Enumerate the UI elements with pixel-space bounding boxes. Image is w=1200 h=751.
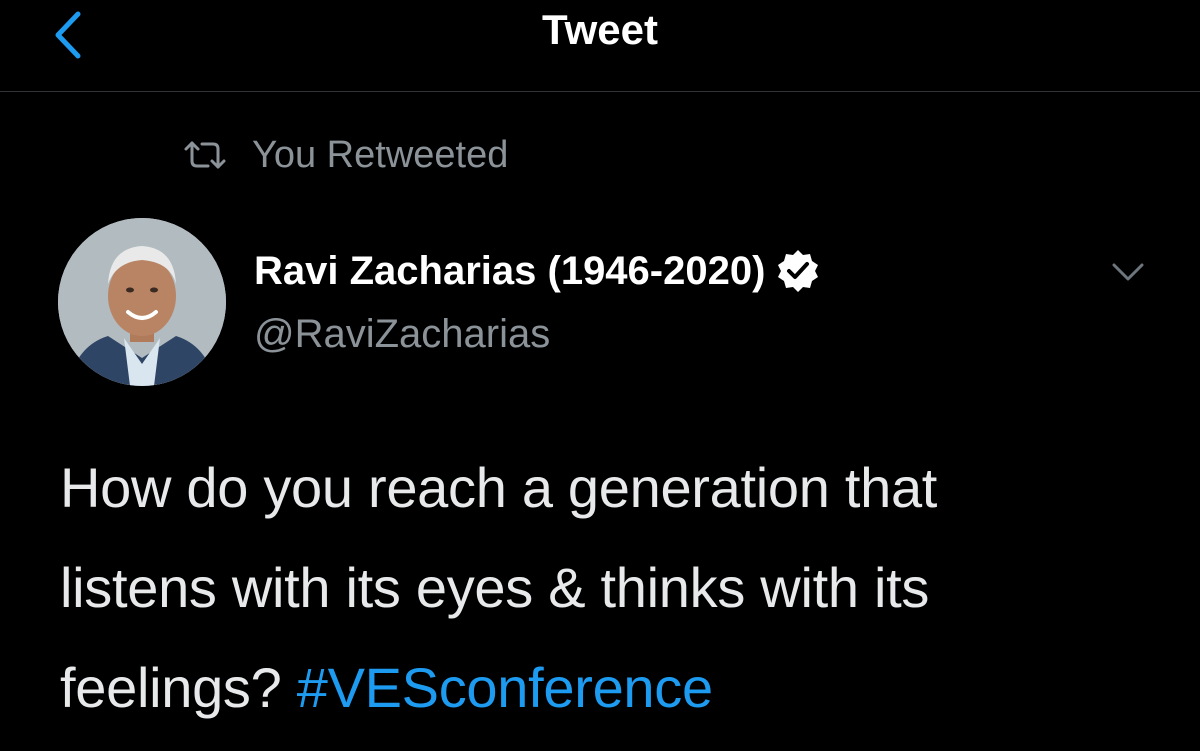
- hashtag-link[interactable]: #VESconference: [297, 656, 713, 719]
- more-options-button[interactable]: [1104, 252, 1152, 292]
- tweet-text-line: How do you reach a generation that: [60, 456, 938, 519]
- tweet-text-fragment: feelings?: [60, 656, 297, 719]
- page-title: Tweet: [542, 6, 658, 53]
- retweet-icon: [184, 141, 226, 169]
- tweet-text-line: feelings? #VESconference: [60, 638, 1180, 738]
- verified-badge-icon: [778, 250, 819, 292]
- author-name[interactable]: Ravi Zacharias (1946-2020): [254, 249, 765, 294]
- retweeted-label: You Retweeted: [252, 133, 509, 176]
- chevron-down-icon: [1112, 263, 1144, 281]
- avatar-image: [58, 218, 226, 386]
- author-handle[interactable]: @RaviZacharias: [254, 308, 550, 360]
- avatar[interactable]: [58, 218, 226, 386]
- tweet-text-line: listens with its eyes & thinks with its: [60, 556, 930, 619]
- social-context: You Retweeted: [182, 130, 508, 180]
- author-name-row: Ravi Zacharias (1946-2020): [254, 243, 821, 299]
- tweet-text: How do you reach a generation that liste…: [60, 438, 1180, 738]
- nav-bar: Tweet: [0, 0, 1200, 92]
